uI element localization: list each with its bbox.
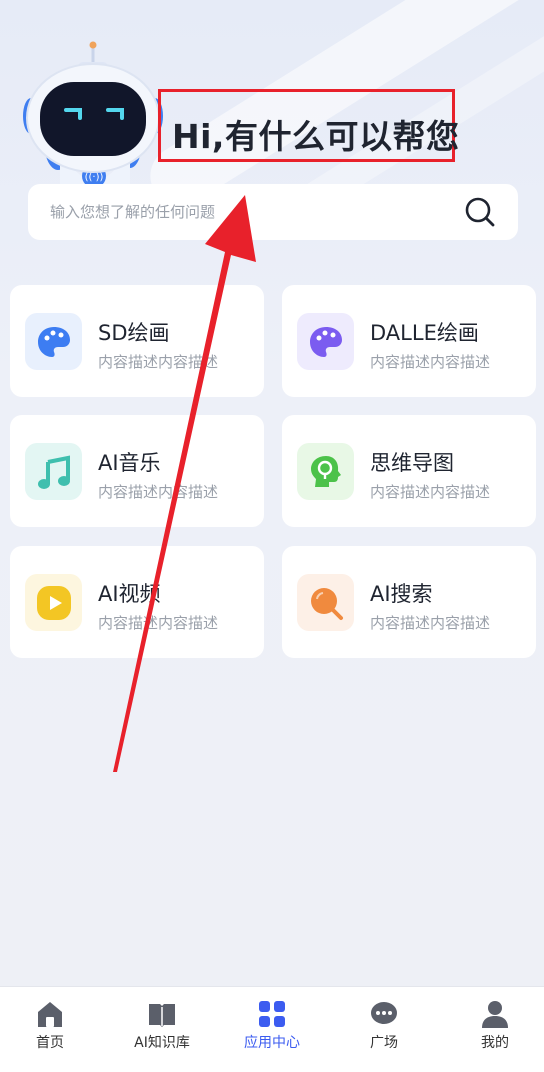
search-icon[interactable] bbox=[464, 196, 496, 228]
robot-mascot: ((·)) bbox=[23, 41, 163, 188]
chat-icon bbox=[371, 1002, 397, 1024]
bottom-tab-bar: 首页 AI知识库 应用中心 广场 我的 bbox=[0, 986, 544, 1072]
app-title: 思维导图 bbox=[370, 451, 454, 475]
svg-text:((·)): ((·)) bbox=[85, 172, 104, 183]
app-card-ai-video[interactable]: AI视频 内容描述内容描述 bbox=[10, 546, 264, 658]
tab-label: 我的 bbox=[481, 1035, 509, 1051]
book-icon bbox=[149, 1004, 175, 1027]
tab-label: 应用中心 bbox=[244, 1035, 300, 1051]
mind-map-icon bbox=[297, 443, 354, 500]
tab-label: 首页 bbox=[36, 1035, 64, 1051]
app-description: 内容描述内容描述 bbox=[370, 614, 491, 632]
app-description: 内容描述内容描述 bbox=[98, 483, 219, 501]
app-description: 内容描述内容描述 bbox=[98, 614, 219, 632]
play-icon bbox=[25, 574, 82, 631]
home-icon bbox=[38, 1002, 62, 1027]
app-description: 内容描述内容描述 bbox=[98, 353, 219, 371]
tab-label: AI知识库 bbox=[134, 1035, 190, 1051]
tab-home[interactable]: 首页 bbox=[0, 987, 104, 1067]
app-title: AI视频 bbox=[98, 582, 161, 606]
app-card-sd-painting[interactable]: SD绘画 内容描述内容描述 bbox=[10, 285, 264, 397]
app-card-ai-music[interactable]: AI音乐 内容描述内容描述 bbox=[10, 415, 264, 527]
greeting-title: Hi,有什么可以帮您 bbox=[172, 117, 460, 156]
tab-app-center[interactable]: 应用中心 bbox=[218, 987, 326, 1067]
user-icon bbox=[482, 1001, 508, 1028]
search-icon bbox=[297, 574, 354, 631]
palette-icon bbox=[25, 313, 82, 370]
app-center-screen: ((·)) Hi,有什么可以帮您 SD绘画 内容描述内容描述 bbox=[0, 0, 544, 1072]
tab-knowledge-base[interactable]: AI知识库 bbox=[108, 987, 216, 1067]
app-description: 内容描述内容描述 bbox=[370, 483, 491, 501]
tab-label: 广场 bbox=[370, 1035, 398, 1051]
grid-icon bbox=[259, 1001, 285, 1027]
app-title: AI音乐 bbox=[98, 451, 161, 475]
search-bar[interactable] bbox=[28, 184, 518, 240]
app-title: SD绘画 bbox=[98, 321, 170, 345]
palette-icon bbox=[297, 313, 354, 370]
app-card-ai-search[interactable]: AI搜索 内容描述内容描述 bbox=[282, 546, 536, 658]
tab-mine[interactable]: 我的 bbox=[441, 987, 544, 1067]
tab-plaza[interactable]: 广场 bbox=[330, 987, 438, 1067]
search-input[interactable] bbox=[50, 184, 450, 240]
music-note-icon bbox=[25, 443, 82, 500]
app-card-mind-map[interactable]: 思维导图 内容描述内容描述 bbox=[282, 415, 536, 527]
app-title: AI搜索 bbox=[370, 582, 433, 606]
app-card-dalle-painting[interactable]: DALLE绘画 内容描述内容描述 bbox=[282, 285, 536, 397]
app-title: DALLE绘画 bbox=[370, 321, 479, 345]
app-description: 内容描述内容描述 bbox=[370, 353, 491, 371]
